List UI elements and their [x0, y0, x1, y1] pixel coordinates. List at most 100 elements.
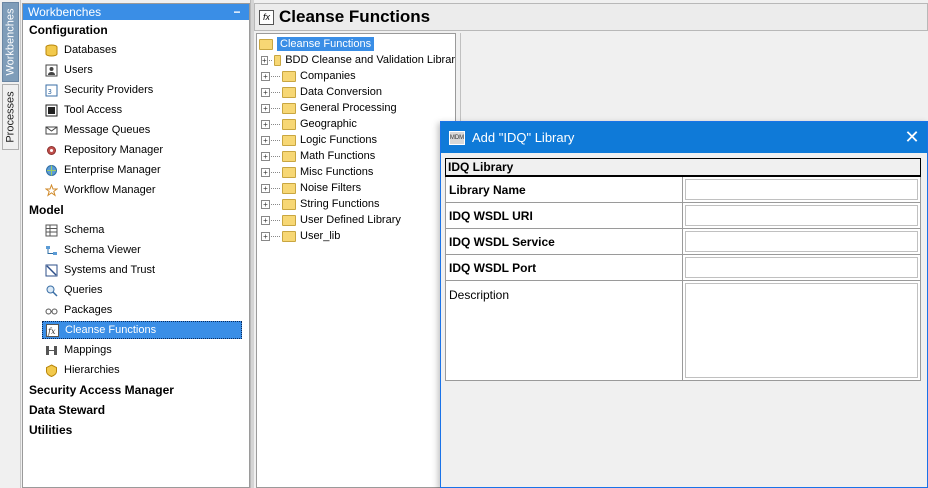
side-tab-strip: Workbenches Processes: [0, 0, 21, 488]
security-providers-icon: 3: [44, 83, 59, 97]
tree-node[interactable]: + Geographic: [257, 116, 455, 132]
expand-icon[interactable]: +: [261, 199, 270, 209]
tree-connector: [271, 187, 280, 189]
expand-icon[interactable]: +: [261, 151, 270, 161]
nav-item-tool-access[interactable]: Tool Access: [23, 100, 249, 120]
tree-connector: [271, 219, 280, 221]
nav-item-databases[interactable]: Databases: [23, 40, 249, 60]
users-icon: [44, 63, 59, 77]
expand-icon[interactable]: +: [261, 87, 270, 97]
folder-icon: [282, 102, 296, 114]
wsdl-service-row: IDQ WSDL Service: [445, 229, 921, 255]
wsdl-service-cell: [683, 229, 921, 255]
group-data-steward[interactable]: Data Steward: [23, 400, 249, 420]
group-security-access-manager[interactable]: Security Access Manager: [23, 380, 249, 400]
folder-icon: [282, 198, 296, 210]
page-title: Cleanse Functions: [279, 7, 431, 26]
nav-item-schema-viewer[interactable]: Schema Viewer: [23, 240, 249, 260]
tree-node[interactable]: + Data Conversion: [257, 84, 455, 100]
tree-node[interactable]: + User_lib: [257, 228, 455, 244]
app-icon: MDM: [449, 130, 465, 145]
expand-icon[interactable]: +: [261, 231, 270, 241]
folder-icon: [282, 150, 296, 162]
tree-node[interactable]: + Companies: [257, 68, 455, 84]
group-model[interactable]: Model: [23, 200, 249, 220]
wsdl-service-input[interactable]: [685, 231, 918, 252]
tree-connector: [271, 203, 280, 205]
selection-highlight: fx Cleanse Functions: [42, 321, 242, 339]
tree-connector: [271, 123, 280, 125]
nav-item-cleanse-functions[interactable]: fx Cleanse Functions: [23, 320, 249, 340]
tree-connector: [268, 59, 273, 61]
tab-processes[interactable]: Processes: [2, 84, 19, 150]
workflow-manager-icon: [44, 183, 59, 197]
nav-item-security-providers[interactable]: 3 Security Providers: [23, 80, 249, 100]
section-header: IDQ Library: [445, 158, 921, 177]
library-name-input[interactable]: [685, 179, 918, 200]
folder-icon: [282, 86, 296, 98]
collapse-icon[interactable]: −: [230, 5, 244, 19]
tree-node[interactable]: + User Defined Library: [257, 212, 455, 228]
nav-item-message-queues[interactable]: Message Queues: [23, 120, 249, 140]
nav-item-packages[interactable]: Packages: [23, 300, 249, 320]
group-configuration[interactable]: Configuration: [23, 20, 249, 40]
tree-connector: [271, 91, 280, 93]
tree-connector: [271, 155, 280, 157]
folder-icon: [282, 230, 296, 242]
nav-item-enterprise-manager[interactable]: Enterprise Manager: [23, 160, 249, 180]
wsdl-uri-input[interactable]: [685, 205, 918, 226]
packages-icon: [44, 303, 59, 317]
tree-node[interactable]: + String Functions: [257, 196, 455, 212]
nav-item-users[interactable]: Users: [23, 60, 249, 80]
folder-icon: [282, 214, 296, 226]
wsdl-port-input[interactable]: [685, 257, 918, 278]
tree-node[interactable]: + Math Functions: [257, 148, 455, 164]
editor-title-bar: fx Cleanse Functions: [254, 3, 928, 31]
tree-connector: [271, 75, 280, 77]
nav-item-hierarchies[interactable]: Hierarchies: [23, 360, 249, 380]
dialog-title-bar[interactable]: MDM Add "IDQ" Library ✕: [441, 122, 927, 153]
expand-icon[interactable]: +: [261, 215, 270, 225]
expand-icon[interactable]: +: [261, 55, 268, 65]
library-name-cell: [683, 177, 921, 203]
nav-item-repository-manager[interactable]: Repository Manager: [23, 140, 249, 160]
enterprise-manager-icon: [44, 163, 59, 177]
tree-node[interactable]: + General Processing: [257, 100, 455, 116]
database-icon: [44, 43, 59, 57]
library-name-label: Library Name: [445, 177, 683, 203]
folder-icon: [282, 182, 296, 194]
description-label: Description: [445, 281, 683, 381]
tree-node[interactable]: + BDD Cleanse and Validation Librar: [257, 52, 455, 68]
close-icon[interactable]: ✕: [897, 127, 927, 148]
tree-node[interactable]: + Noise Filters: [257, 180, 455, 196]
workbench-navigator: Workbenches − Configuration Databases Us…: [22, 3, 250, 488]
wsdl-port-cell: [683, 255, 921, 281]
tree-node[interactable]: + Logic Functions: [257, 132, 455, 148]
nav-item-workflow-manager[interactable]: Workflow Manager: [23, 180, 249, 200]
nav-item-systems-and-trust[interactable]: Systems and Trust: [23, 260, 249, 280]
nav-item-schema[interactable]: Schema: [23, 220, 249, 240]
folder-icon: [274, 54, 282, 66]
nav-item-mappings[interactable]: Mappings: [23, 340, 249, 360]
folder-icon: [282, 166, 296, 178]
tree-node[interactable]: + Misc Functions: [257, 164, 455, 180]
expand-icon[interactable]: +: [261, 183, 270, 193]
tab-workbenches[interactable]: Workbenches: [2, 2, 19, 82]
svg-text:3: 3: [48, 88, 52, 96]
svg-text:fx: fx: [47, 327, 56, 336]
schema-icon: [44, 223, 59, 237]
expand-icon[interactable]: +: [261, 167, 270, 177]
cleanse-functions-icon: fx: [45, 323, 60, 337]
tree-root[interactable]: Cleanse Functions: [257, 36, 455, 52]
nav-item-queries[interactable]: Queries: [23, 280, 249, 300]
wsdl-port-row: IDQ WSDL Port: [445, 255, 921, 281]
group-utilities[interactable]: Utilities: [23, 420, 249, 440]
expand-icon[interactable]: +: [261, 103, 270, 113]
expand-icon[interactable]: +: [261, 119, 270, 129]
description-textarea[interactable]: [685, 283, 918, 378]
expand-icon[interactable]: +: [261, 135, 270, 145]
expand-icon[interactable]: +: [261, 71, 270, 81]
wsdl-port-label: IDQ WSDL Port: [445, 255, 683, 281]
tree-connector: [271, 171, 280, 173]
tool-access-icon: [44, 103, 59, 117]
